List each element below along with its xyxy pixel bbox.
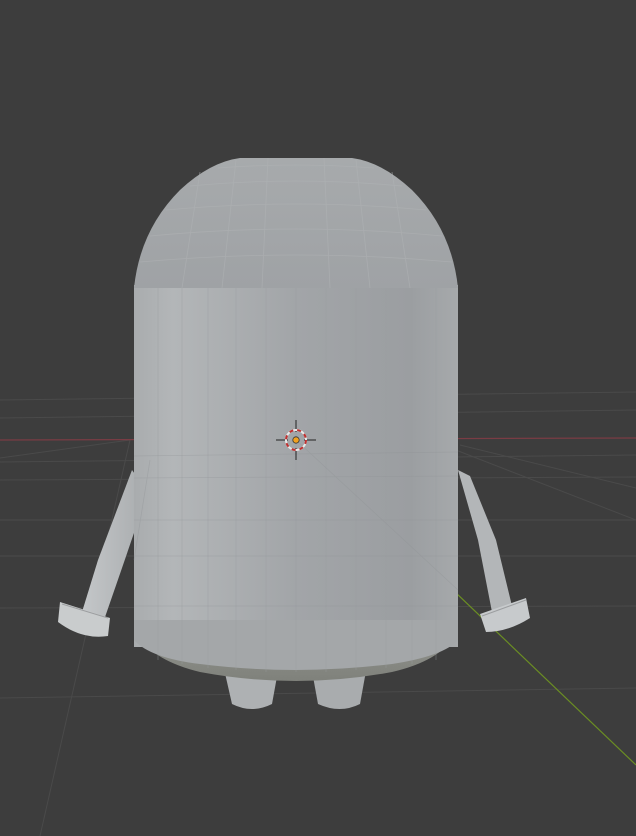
right-arm: [458, 470, 530, 632]
head-dome: [134, 158, 458, 288]
viewport-canvas[interactable]: [0, 0, 636, 836]
3d-viewport[interactable]: [0, 0, 636, 836]
